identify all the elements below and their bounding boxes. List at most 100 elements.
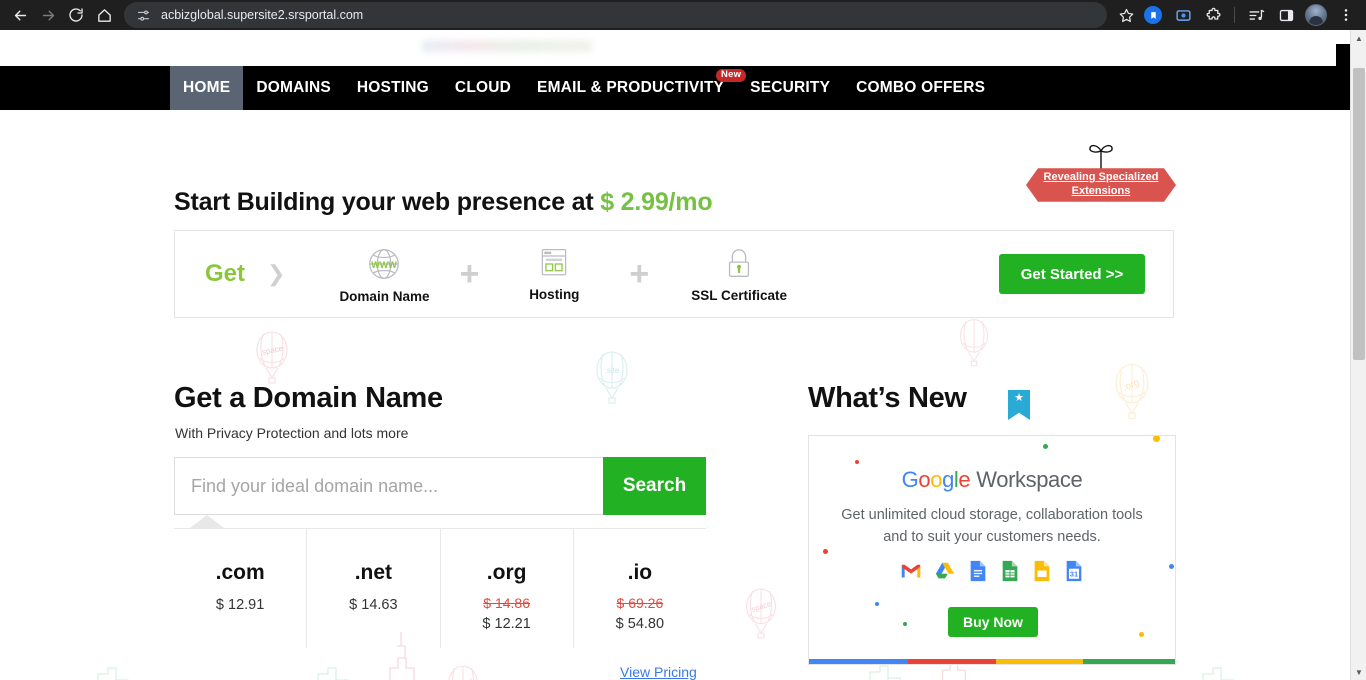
forward-button[interactable] <box>34 1 62 29</box>
google-sheets-icon <box>1002 560 1018 582</box>
bookmark-star-icon[interactable] <box>1113 2 1139 28</box>
svg-text:.site: .site <box>605 366 620 375</box>
nav-item-home[interactable]: HOME <box>170 66 244 110</box>
site-settings-icon[interactable] <box>134 6 152 24</box>
bundle-item-ssl[interactable]: SSL Certificate <box>649 246 829 303</box>
back-button[interactable] <box>6 1 34 29</box>
svg-text:.space: .space <box>259 344 284 358</box>
scroll-down-arrow-icon[interactable]: ▼ <box>1351 664 1366 680</box>
view-pricing-link[interactable]: View Pricing <box>620 664 697 680</box>
get-started-button[interactable]: Get Started >> <box>999 254 1145 294</box>
nav-label: DOMAINS <box>256 79 331 96</box>
tld-cell-org[interactable]: .org $ 14.86 $ 12.21 <box>441 529 574 648</box>
star-bookmark-icon: ★ <box>1008 390 1030 420</box>
plus-icon-1: + <box>459 255 480 293</box>
specialized-extensions-badge[interactable]: Revealing Specialized Extensions <box>1026 143 1176 207</box>
google-docs-icon <box>970 560 986 582</box>
stripe-green <box>1083 659 1175 664</box>
decorative-dot <box>1153 436 1160 442</box>
tld-name: .net <box>354 561 393 584</box>
three-dot-menu-icon[interactable] <box>1332 1 1360 29</box>
balloon-watermark-space-3: .space <box>746 588 776 639</box>
tld-cell-io[interactable]: .io $ 69.26 $ 54.80 <box>574 529 706 648</box>
tld-name: .org <box>486 561 527 584</box>
media-playlist-icon[interactable] <box>1242 1 1270 29</box>
balloon-watermark-space: .space <box>256 331 288 384</box>
tld-old-price: $ 69.26 <box>616 595 664 611</box>
nav-edge-remnant <box>1336 44 1350 72</box>
tld-price: $ 12.91 <box>215 597 265 613</box>
svg-text:WWW: WWW <box>372 259 398 269</box>
decorative-dot <box>875 602 879 606</box>
bundle-item-domain[interactable]: WWW Domain Name <box>309 245 459 304</box>
home-button[interactable] <box>90 1 118 29</box>
stripe-red <box>907 659 996 664</box>
decorative-dot <box>1043 444 1048 449</box>
stripe-blue <box>809 659 908 664</box>
hero-headline-text: Start Building your web presence at <box>174 188 601 216</box>
workspace-wordmark: Workspace <box>976 467 1083 492</box>
skyline-watermark-mid <box>317 667 349 680</box>
reload-button[interactable] <box>62 1 90 29</box>
badge-line2: Extensions <box>1071 185 1131 197</box>
whats-new-title: What’s New <box>808 382 967 414</box>
plus-icon-2: + <box>629 255 650 293</box>
site-navigation: HOME DOMAINS HOSTING CLOUD EMAIL & PRODU… <box>0 66 1350 110</box>
nav-item-cloud[interactable]: CLOUD <box>442 66 524 110</box>
google-slides-icon <box>1034 560 1050 582</box>
url-text[interactable]: acbizglobal.supersite2.srsportal.com <box>161 8 363 22</box>
domain-search-button[interactable]: Search <box>603 457 706 515</box>
svg-text:.space: .space <box>748 599 772 615</box>
balloon-watermark-org: .org <box>1115 363 1149 420</box>
calendar-day-number: 31 <box>1070 570 1078 579</box>
tld-price-row: .com $ 12.91 .net $ 14.63 .org $ 14.86 $… <box>174 528 706 648</box>
google-apps-row: 31 <box>809 560 1175 582</box>
buy-now-button[interactable]: Buy Now <box>948 607 1038 637</box>
domain-section-subtitle: With Privacy Protection and lots more <box>175 425 409 441</box>
tld-price: $ 14.63 <box>349 597 398 613</box>
screen-capture-icon[interactable] <box>1169 1 1197 29</box>
badge-text: Revealing Specialized Extensions <box>1026 170 1176 198</box>
bundle-item-label: Domain Name <box>339 288 430 304</box>
tld-caret <box>190 515 224 528</box>
bundle-item-label: Hosting <box>529 286 580 302</box>
svg-text:.space: .space <box>450 676 474 680</box>
google-workspace-logo: Google Workspace <box>809 467 1175 493</box>
avatar[interactable] <box>1305 4 1327 26</box>
nav-item-combo-offers[interactable]: COMBO OFFERS <box>843 66 998 110</box>
nav-label: CLOUD <box>454 79 512 96</box>
page-scrollbar[interactable]: ▲ ▼ <box>1350 30 1366 680</box>
bookmark-manager-icon[interactable] <box>1139 1 1167 29</box>
bundle-item-hosting[interactable]: Hosting <box>479 247 629 302</box>
nav-item-security[interactable]: SECURITY <box>737 66 843 110</box>
padlock-icon <box>729 248 750 277</box>
domain-section-title: Get a Domain Name <box>174 382 443 414</box>
tld-cell-com[interactable]: .com $ 12.91 <box>174 529 308 648</box>
bundle-bar: Get ❯ WWW Domain Name + Hosting + SSL Ce… <box>174 230 1174 318</box>
address-bar[interactable]: acbizglobal.supersite2.srsportal.com <box>124 2 1107 28</box>
tld-price: $ 54.80 <box>615 616 665 632</box>
tld-name: .io <box>627 561 653 584</box>
tld-cell-net[interactable]: .net $ 14.63 <box>307 529 441 648</box>
profile-avatar-icon[interactable] <box>1302 1 1330 29</box>
svg-text:.org: .org <box>1122 377 1141 393</box>
side-panel-icon[interactable] <box>1272 1 1300 29</box>
nav-label: HOSTING <box>356 79 429 96</box>
nav-item-hosting[interactable]: HOSTING <box>344 66 442 110</box>
google-workspace-card[interactable]: Google Workspace Get unlimited cloud stor… <box>808 435 1176 665</box>
tld-name: .com <box>215 561 265 584</box>
domain-search-input[interactable] <box>174 457 603 515</box>
extensions-puzzle-icon[interactable] <box>1199 1 1227 29</box>
scrollbar-thumb[interactable] <box>1353 68 1365 360</box>
nav-label: COMBO OFFERS <box>856 79 986 96</box>
google-color-stripe <box>809 659 1175 664</box>
nav-item-email-productivity[interactable]: EMAIL & PRODUCTIVITY New <box>524 66 747 110</box>
tld-old-price: $ 14.86 <box>483 595 530 611</box>
scroll-up-arrow-icon[interactable]: ▲ <box>1351 30 1366 46</box>
skyline-watermark-far-right <box>1202 667 1234 680</box>
bundle-get-label: Get <box>205 260 246 287</box>
browser-toolbar: acbizglobal.supersite2.srsportal.com <box>0 0 1366 30</box>
nav-item-domains[interactable]: DOMAINS <box>243 66 344 110</box>
badge-line1: Revealing Specialized <box>1043 171 1159 183</box>
browser-window-icon <box>542 248 567 275</box>
